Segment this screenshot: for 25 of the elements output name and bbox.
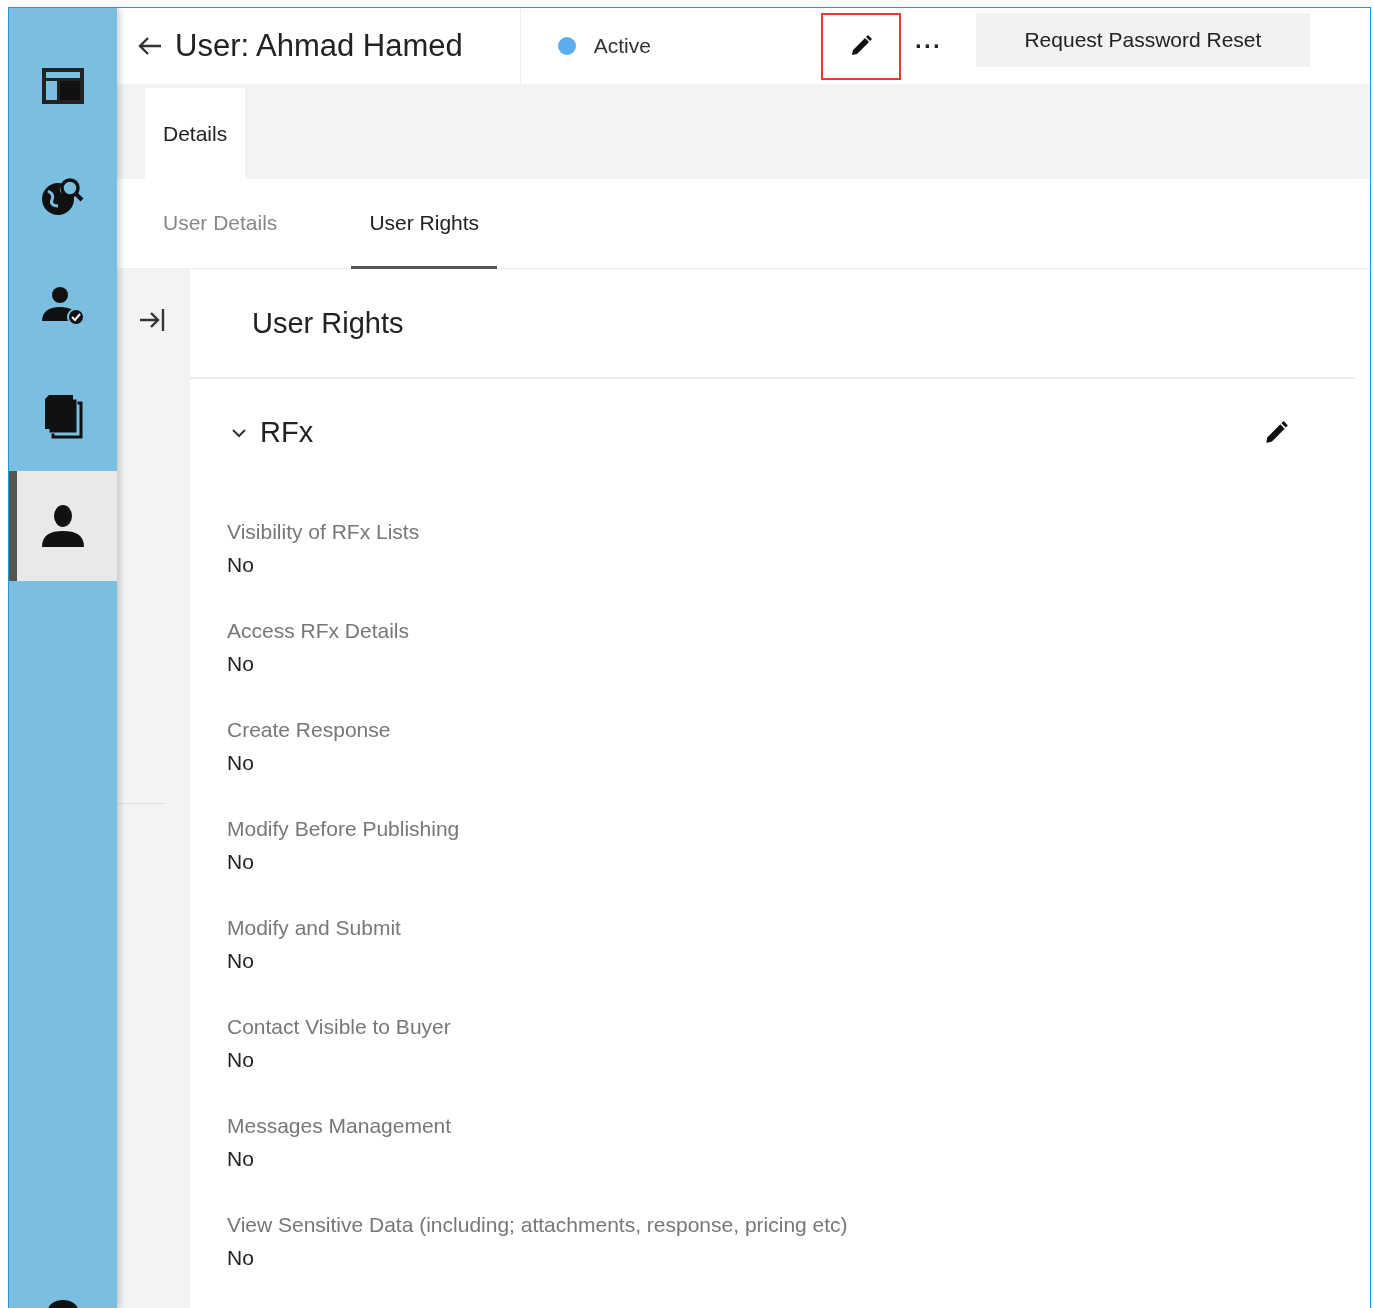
field-label: Messages Management xyxy=(227,1113,453,1139)
panel-title: User Rights xyxy=(252,305,404,341)
field-label: Modify and Submit xyxy=(227,915,402,941)
tab[interactable]: Details xyxy=(145,88,246,179)
field-value: No xyxy=(227,552,255,578)
section-title: RFx xyxy=(260,415,314,450)
field-label: Create Response xyxy=(227,717,392,743)
sub-tab[interactable]: User Rights xyxy=(351,179,498,269)
field-label: Access RFx Details xyxy=(227,618,411,644)
page-title: User: Ahmad Hamed xyxy=(175,27,463,65)
field-label: Contact Visible to Buyer xyxy=(227,1014,452,1040)
field-value: No xyxy=(227,1047,255,1073)
field-value: No xyxy=(227,1146,255,1172)
status-label: Active xyxy=(593,33,651,60)
field-label: View Sensitive Data (including; attachments, response, pricing etc) xyxy=(227,1212,849,1238)
field-value: No xyxy=(227,849,255,875)
field-value: No xyxy=(227,948,255,974)
request-password-reset-button[interactable]: Request Password Reset xyxy=(975,13,1310,67)
sub-tab[interactable]: User Details xyxy=(145,179,296,269)
field-value: No xyxy=(227,1245,255,1271)
field-value: No xyxy=(227,651,255,677)
more-button[interactable]: ··· xyxy=(908,28,948,64)
field-label: Visibility of RFx Lists xyxy=(227,519,421,545)
field-value: No xyxy=(227,750,255,776)
field-label: Modify Before Publishing xyxy=(227,816,461,842)
